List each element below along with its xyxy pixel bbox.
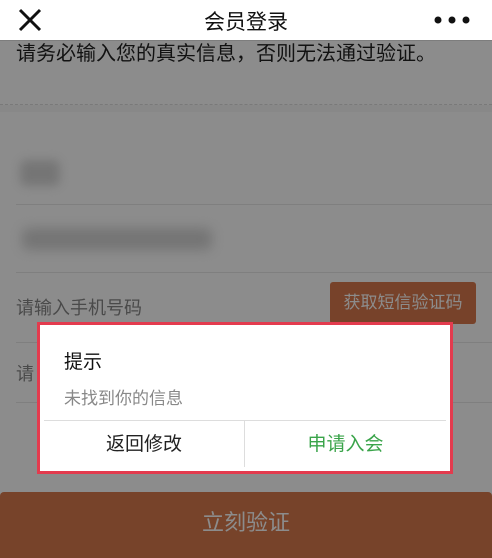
alert-dialog: 提示 未找到你的信息 返回修改 申请入会 (44, 329, 446, 467)
dialog-buttons: 返回修改 申请入会 (44, 420, 446, 467)
page-title: 会员登录 (204, 10, 288, 34)
more-icon[interactable] (432, 8, 472, 32)
highlight-frame: 提示 未找到你的信息 返回修改 申请入会 (37, 322, 453, 474)
apply-membership-button[interactable]: 申请入会 (245, 421, 446, 467)
dialog-message: 未找到你的信息 (64, 389, 183, 409)
top-bar: 会员登录 (0, 0, 492, 41)
back-edit-button[interactable]: 返回修改 (44, 421, 245, 467)
dialog-title: 提示 (64, 351, 103, 373)
modal-overlay[interactable] (0, 40, 492, 558)
